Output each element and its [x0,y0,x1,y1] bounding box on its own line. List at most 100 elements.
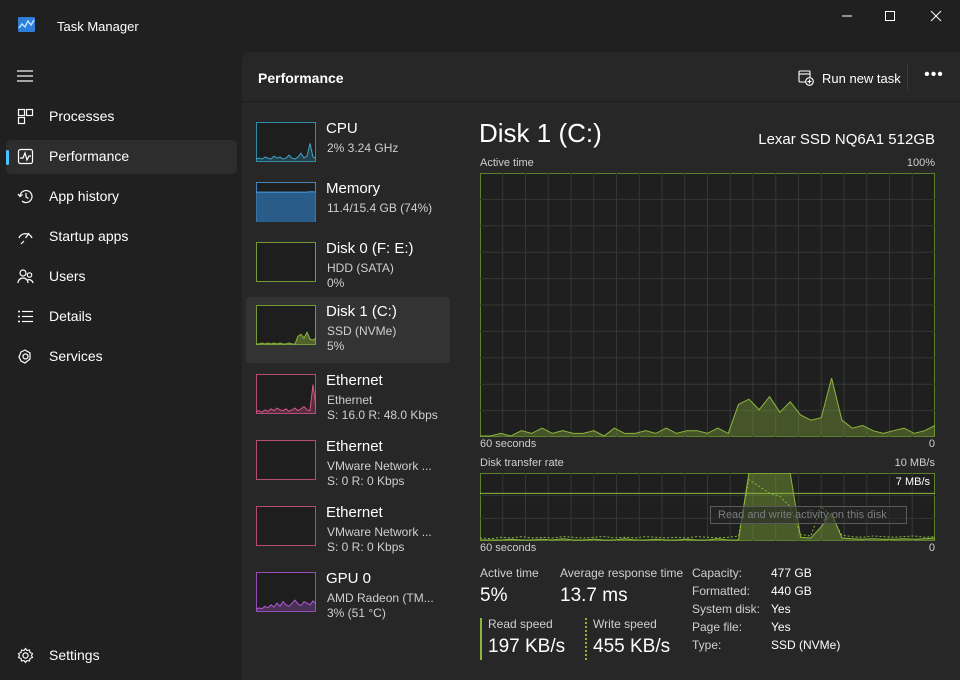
ethernet-thumbnail-graph [256,506,316,546]
device-usage: 0% [327,276,345,290]
nav-item-users[interactable]: Users [6,260,237,294]
property-key: Capacity: [692,566,743,580]
nav-item-performance[interactable]: Performance [6,140,237,174]
device-name: CPU [326,120,358,137]
nav-label-settings: Settings [49,647,100,663]
device-name: Ethernet [326,372,383,389]
device-name: GPU 0 [326,570,372,587]
device-item-ethernet-vmware-1[interactable]: Ethernet VMware Network ... S: 0 R: 0 Kb… [246,432,450,498]
read-speed-label: Read speed [488,617,553,631]
thumbnail-frame [256,506,316,546]
thumbnail-series-area [256,191,316,221]
property-value: 440 GB [771,584,812,598]
nav-item-processes[interactable]: Processes [6,100,237,134]
nav-label-performance: Performance [49,148,130,164]
gpu-thumbnail-graph [256,572,316,612]
device-item-ethernet-vmware-2[interactable]: Ethernet VMware Network ... S: 0 R: 0 Kb… [246,498,450,564]
device-detail: AMD Radeon (TM... [327,591,434,605]
device-detail: VMware Network ... [327,525,432,539]
nav-label-app-history: App history [49,188,120,204]
device-name: Ethernet [326,504,383,521]
device-name: Disk 0 (F: E:) [326,240,414,257]
property-key: Page file: [692,620,743,634]
window-title: Task Manager [57,19,139,34]
device-usage: S: 0 R: 0 Kbps [327,474,405,488]
read-speed-indicator [480,618,482,660]
gear-icon [17,647,34,664]
active-time-max-label: 100% [906,157,935,169]
device-item-disk1[interactable]: Disk 1 (C:) SSD (NVMe) 5% [246,297,450,363]
nav-item-startup-apps[interactable]: Startup apps [6,220,237,254]
device-detail: HDD (SATA) [327,261,394,275]
title-bar: Task Manager [0,0,960,52]
device-name: Disk 1 (C:) [326,303,397,320]
active-time-stat-value: 5% [480,585,508,606]
transfer-rate-duration-label: 60 seconds [480,542,537,554]
run-new-task-label: Run new task [822,70,901,86]
users-icon [17,269,34,284]
property-key: System disk: [692,602,761,616]
device-usage: 5% [327,339,345,353]
details-icon [18,310,33,323]
maximize-button[interactable] [867,0,913,32]
nav-label-users: Users [49,268,86,284]
nav-item-settings[interactable]: Settings [6,639,237,673]
device-detail: 11.4/15.4 GB (74%) [327,201,433,215]
ethernet-thumbnail-graph [256,440,316,480]
nav-item-services[interactable]: Services [6,340,237,374]
thumbnail-frame [256,242,316,282]
thumbnail-frame [256,374,316,414]
main-panel: Performance Run new task ••• CPU 2% 3.24… [242,52,960,680]
device-detail: VMware Network ... [327,459,432,473]
property-key: Type: [692,638,722,652]
app-history-icon [17,189,33,204]
nav-item-details[interactable]: Details [6,300,237,334]
device-item-gpu[interactable]: GPU 0 AMD Radeon (TM... 3% (51 °C) [246,564,450,630]
disk-model: Lexar SSD NQ6A1 512GB [758,131,935,148]
active-time-duration-label: 60 seconds [480,438,537,450]
device-item-memory[interactable]: Memory 11.4/15.4 GB (74%) [246,174,450,240]
device-item-ethernet[interactable]: Ethernet Ethernet S: 16.0 R: 48.0 Kbps [246,366,450,432]
property-key: Formatted: [692,584,751,598]
run-new-task-button[interactable]: Run new task [798,68,901,88]
run-task-icon [798,70,814,86]
device-usage: 3% (51 °C) [327,606,386,620]
memory-thumbnail-graph [256,182,316,222]
nav-label-startup-apps: Startup apps [49,228,129,244]
startup-apps-icon [18,232,33,245]
write-speed-value: 455 KB/s [593,636,671,657]
nav-item-app-history[interactable]: App history [6,180,237,214]
task-manager-icon [18,17,35,32]
write-speed-indicator [585,618,587,660]
active-time-stat-label: Active time [480,566,539,580]
disk1-thumbnail-graph [256,305,316,345]
active-time-graph [480,173,935,437]
graph-tooltip: Read and write activity on this disk [710,506,907,524]
page-title: Performance [258,70,344,86]
maximize-icon [885,11,895,21]
hamburger-menu-icon[interactable] [17,70,33,82]
device-item-disk0[interactable]: Disk 0 (F: E:) HDD (SATA) 0% [246,234,450,300]
transfer-rate-max-label: 10 MB/s [894,457,935,469]
device-detail: SSD (NVMe) [327,324,397,338]
selection-indicator [6,150,9,165]
nav-label-services: Services [49,348,103,364]
active-time-min-label: 0 [928,438,935,450]
cpu-thumbnail-graph [256,122,316,162]
nav-label-processes: Processes [49,108,115,124]
device-detail: 2% 3.24 GHz [327,141,399,155]
ethernet-thumbnail-graph [256,374,316,414]
processes-icon [17,108,34,125]
more-options-button[interactable]: ••• [922,66,946,88]
minimize-button[interactable] [824,0,870,32]
avg-response-stat-label: Average response time [560,566,684,580]
property-value: Yes [771,620,791,634]
device-name: Ethernet [326,438,383,455]
device-usage: S: 16.0 R: 48.0 Kbps [327,408,438,422]
transfer-rate-min-label: 0 [928,542,935,554]
device-item-cpu[interactable]: CPU 2% 3.24 GHz [246,114,450,180]
transfer-rate-reference-label: 7 MB/s [895,476,930,488]
header-separator [907,64,908,90]
property-value: Yes [771,602,791,616]
close-button[interactable] [913,0,959,32]
